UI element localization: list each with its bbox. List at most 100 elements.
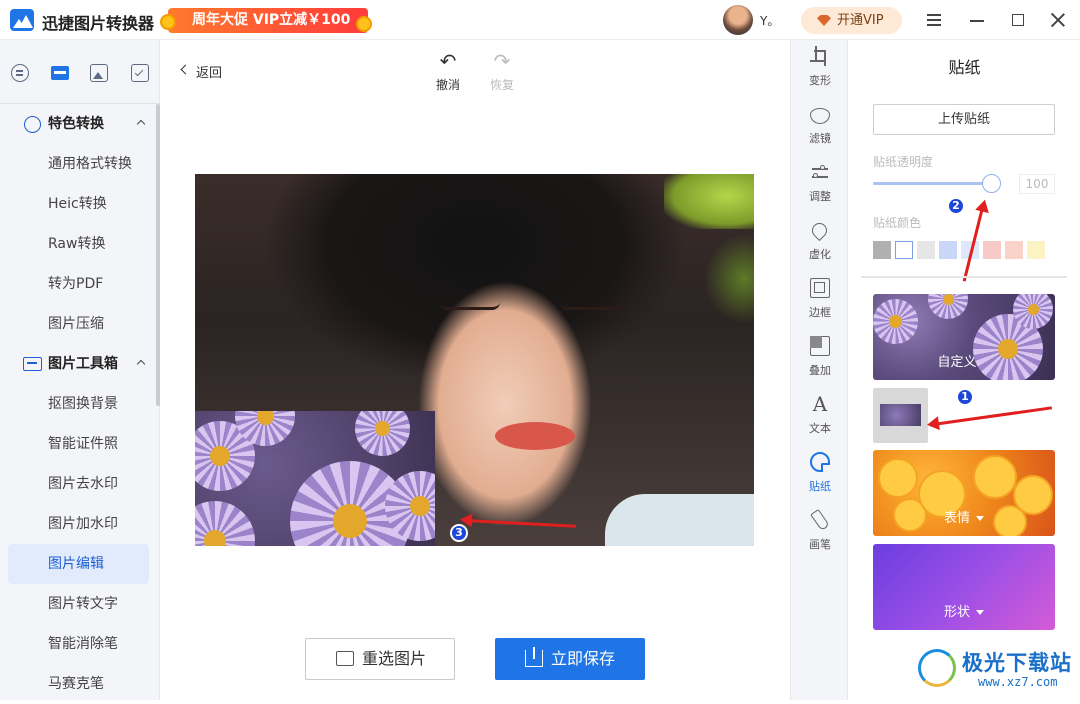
panel-title: 贴纸 bbox=[948, 58, 981, 77]
opacity-value-input[interactable]: 100 bbox=[1019, 174, 1055, 194]
tool-brush[interactable]: 画笔 bbox=[791, 506, 849, 562]
opacity-label: 贴纸透明度 bbox=[873, 155, 934, 169]
sidebar: 特色转换 通用格式转换 Heic转换 Raw转换 转为PDF 图片压缩 图片工具… bbox=[0, 40, 160, 700]
emoji-face-decoration bbox=[878, 458, 918, 498]
tool-label: 叠加 bbox=[809, 364, 831, 377]
toolbox-tab-icon[interactable] bbox=[51, 66, 69, 80]
flower-center bbox=[942, 294, 954, 305]
sidebar-item[interactable]: 智能消除笔 bbox=[8, 624, 149, 664]
avatar[interactable] bbox=[723, 5, 753, 35]
undo-button[interactable]: ↶ 撤消 bbox=[428, 49, 468, 93]
check-tab-icon[interactable] bbox=[131, 64, 149, 82]
back-label: 返回 bbox=[196, 66, 223, 81]
annotation-badge: 1 bbox=[956, 388, 974, 406]
chevron-left-icon bbox=[180, 64, 191, 75]
tool-overlay[interactable]: 叠加 bbox=[791, 332, 849, 388]
color-swatch[interactable] bbox=[873, 241, 891, 259]
tool-transform[interactable]: 变形 bbox=[791, 42, 849, 98]
tool-frame[interactable]: 边框 bbox=[791, 274, 849, 330]
tool-label: 滤镜 bbox=[809, 132, 831, 145]
flower-center bbox=[204, 530, 226, 546]
redo-label: 恢复 bbox=[489, 78, 514, 92]
back-button[interactable]: 返回 bbox=[180, 62, 222, 81]
redo-icon: ↷ bbox=[493, 49, 511, 73]
sidebar-item[interactable]: 抠图换背景 bbox=[8, 384, 149, 424]
tool-filter[interactable]: 滤镜 bbox=[791, 100, 849, 156]
sidebar-item[interactable]: Raw转换 bbox=[8, 224, 149, 264]
tool-label: 变形 bbox=[809, 74, 831, 87]
chevron-up-icon bbox=[136, 119, 146, 129]
opacity-slider-track[interactable] bbox=[873, 182, 991, 185]
app-name: 迅捷图片转换器 bbox=[42, 14, 155, 33]
open-vip-button[interactable]: 开通VIP bbox=[801, 7, 902, 34]
sticker-category-emoji[interactable]: 表情 bbox=[873, 450, 1055, 536]
sticker-category-custom[interactable]: 自定义 bbox=[873, 294, 1055, 380]
tool-text[interactable]: A 文本 bbox=[791, 390, 849, 446]
color-swatch[interactable] bbox=[895, 241, 913, 259]
flower-center bbox=[1027, 303, 1039, 315]
coin-icon bbox=[160, 14, 176, 30]
group-label: 特色转换 bbox=[48, 116, 104, 132]
sidebar-item[interactable]: 马赛克笔 bbox=[8, 664, 149, 704]
sidebar-item[interactable]: 智能证件照 bbox=[8, 424, 149, 464]
photo-leaf bbox=[704, 234, 754, 324]
undo-icon: ↶ bbox=[439, 49, 457, 73]
blur-drop-icon bbox=[808, 219, 831, 242]
app-logo-icon bbox=[10, 9, 34, 31]
flower-decoration bbox=[1013, 294, 1053, 329]
tool-adjust[interactable]: 调整 bbox=[791, 158, 849, 214]
annotation-badge: 2 bbox=[947, 197, 965, 215]
sidebar-item[interactable]: 转为PDF bbox=[8, 264, 149, 304]
photo-eye bbox=[560, 302, 620, 310]
text-icon: A bbox=[812, 392, 828, 416]
color-swatch[interactable] bbox=[1005, 241, 1023, 259]
uploaded-sticker-thumbnail[interactable] bbox=[873, 388, 928, 443]
photo-shoulder bbox=[605, 494, 754, 546]
flower-center bbox=[333, 504, 367, 538]
menu-icon[interactable] bbox=[924, 10, 944, 30]
download-icon bbox=[525, 647, 543, 667]
maximize-icon[interactable] bbox=[1008, 10, 1028, 30]
color-swatch[interactable] bbox=[1027, 241, 1045, 259]
emoji-face-decoration bbox=[973, 455, 1017, 499]
username[interactable]: Y。 bbox=[760, 12, 779, 29]
reselect-image-button[interactable]: 重选图片 bbox=[305, 638, 455, 680]
color-swatch[interactable] bbox=[917, 241, 935, 259]
opacity-slider-knob[interactable] bbox=[982, 174, 1001, 193]
sidebar-item[interactable]: 图片加水印 bbox=[8, 504, 149, 544]
close-icon[interactable] bbox=[1048, 10, 1068, 30]
vip-gem-icon bbox=[817, 15, 831, 26]
convert-icon bbox=[24, 116, 41, 133]
sidebar-item[interactable]: 通用格式转换 bbox=[8, 144, 149, 184]
filter-icon bbox=[810, 108, 830, 124]
image-tab-icon[interactable] bbox=[90, 64, 108, 82]
color-swatch[interactable] bbox=[939, 241, 957, 259]
sticker-category-shape[interactable]: 形状 bbox=[873, 544, 1055, 630]
save-now-button[interactable]: 立即保存 bbox=[495, 638, 645, 680]
tool-blur[interactable]: 虚化 bbox=[791, 216, 849, 272]
title-bar: 迅捷图片转换器 周年大促 VIP立减￥100 Y。 开通VIP bbox=[0, 0, 1080, 40]
upload-sticker-button[interactable]: 上传贴纸 bbox=[873, 104, 1055, 135]
tool-sticker[interactable]: 贴纸 bbox=[791, 448, 849, 504]
flower-decoration bbox=[355, 411, 410, 456]
promo-banner[interactable]: 周年大促 VIP立减￥100 bbox=[168, 8, 368, 33]
image-icon bbox=[336, 651, 354, 666]
flower-center bbox=[210, 446, 230, 466]
watermark-text: 极光下载站 bbox=[962, 651, 1072, 675]
sidebar-item[interactable]: 图片去水印 bbox=[8, 464, 149, 504]
sidebar-item-image-edit[interactable]: 图片编辑 bbox=[8, 544, 149, 584]
group-special-convert[interactable]: 特色转换 bbox=[0, 104, 160, 144]
sidebar-item[interactable]: 图片压缩 bbox=[8, 304, 149, 344]
tool-label: 虚化 bbox=[809, 248, 831, 261]
color-swatch[interactable] bbox=[983, 241, 1001, 259]
redo-button[interactable]: ↷ 恢复 bbox=[482, 49, 522, 93]
sidebar-item[interactable]: Heic转换 bbox=[8, 184, 149, 224]
flower-center bbox=[410, 496, 430, 516]
placed-sticker[interactable] bbox=[195, 411, 435, 546]
convert-tab-icon[interactable] bbox=[11, 64, 29, 82]
minimize-icon[interactable] bbox=[967, 10, 987, 30]
edited-photo[interactable] bbox=[195, 174, 754, 546]
sidebar-item[interactable]: 图片转文字 bbox=[8, 584, 149, 624]
group-image-toolbox[interactable]: 图片工具箱 bbox=[0, 344, 160, 384]
caret-down-icon bbox=[976, 516, 984, 521]
